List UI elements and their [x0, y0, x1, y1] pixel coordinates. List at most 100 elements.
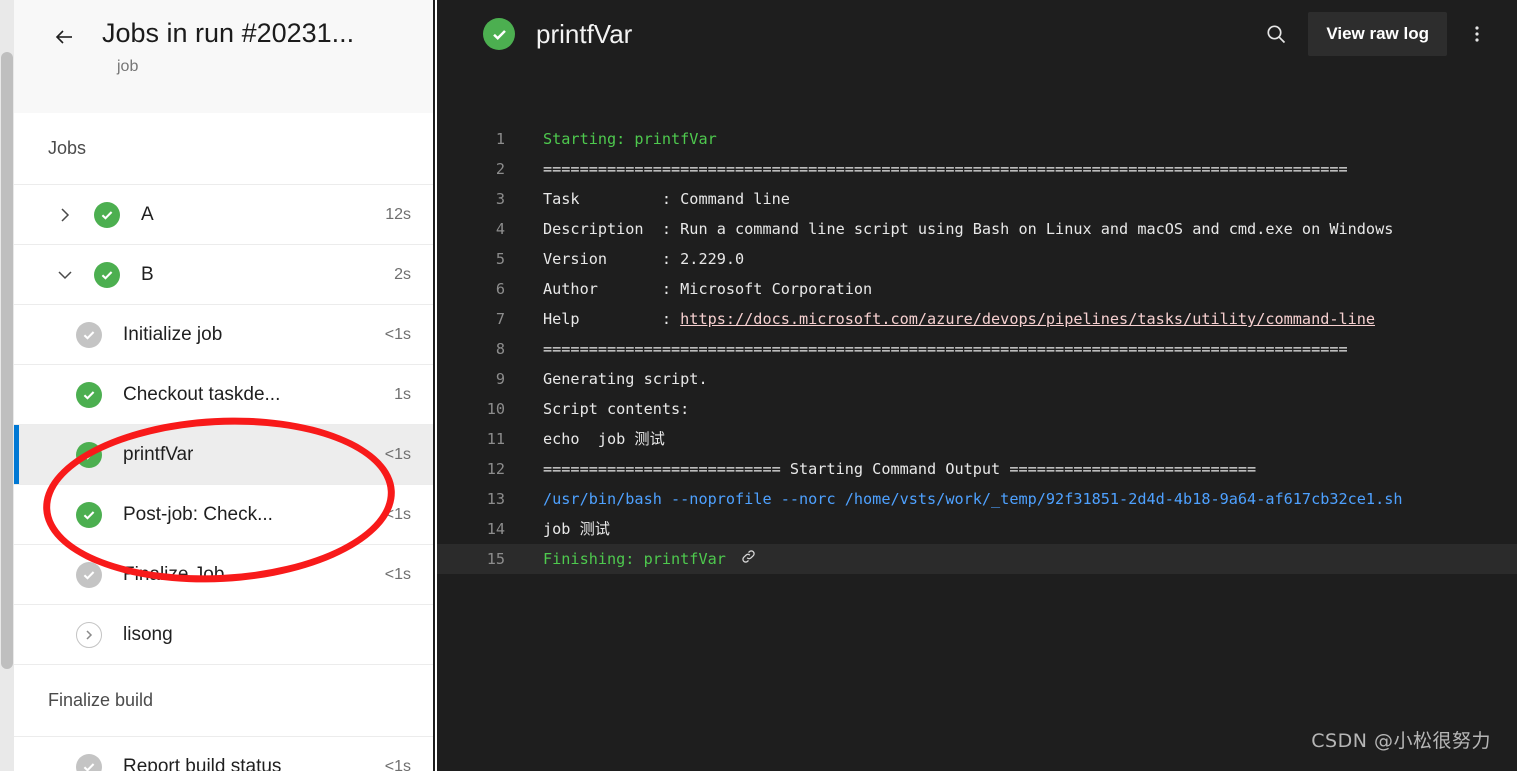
log-line[interactable]: 15 Finishing: printfVar: [437, 544, 1517, 574]
log-line-number: 10: [486, 400, 505, 418]
log-line-number: 2: [495, 160, 505, 178]
log-line[interactable]: 5 Version : 2.229.0: [437, 244, 1517, 274]
log-line[interactable]: 8 ======================================…: [437, 334, 1517, 364]
log-line-number: 3: [495, 190, 505, 208]
log-line[interactable]: 1 Starting: printfVar: [437, 124, 1517, 154]
sidebar-title-row: Jobs in run #20231...: [14, 10, 433, 54]
log-toolbar-actions: View raw log: [1254, 12, 1499, 56]
log-line-text: Task : Command line: [543, 190, 790, 208]
status-skipped-icon: [76, 753, 102, 771]
task-row-post-job-checkout[interactable]: Post-job: Check... <1s: [14, 484, 433, 544]
status-skipped-icon: [76, 561, 102, 588]
log-line[interactable]: 14 job 测试: [437, 514, 1517, 544]
sidebar-header: Jobs in run #20231... job: [14, 0, 433, 113]
status-pending-icon: [76, 621, 102, 648]
task-row-duration: <1s: [384, 565, 411, 583]
task-row-label: Report build status: [123, 755, 282, 771]
log-line[interactable]: 2 ======================================…: [437, 154, 1517, 184]
task-row-label: Finalize Job: [123, 563, 225, 585]
log-line[interactable]: 7 Help : https://docs.microsoft.com/azur…: [437, 304, 1517, 334]
log-line-text: ========================================…: [543, 340, 1348, 358]
task-row-checkout[interactable]: Checkout taskde... 1s: [14, 364, 433, 424]
task-row-label: printfVar: [123, 443, 194, 465]
task-row-initialize-job[interactable]: Initialize job <1s: [14, 304, 433, 364]
page-scrollbar-thumb[interactable]: [1, 52, 13, 669]
log-line-text: /usr/bin/bash --noprofile --norc /home/v…: [543, 490, 1403, 508]
chevron-right-icon[interactable]: [48, 206, 82, 224]
log-line-text: Finishing: printfVar: [543, 544, 757, 575]
page-scrollbar[interactable]: [0, 0, 14, 771]
status-success-icon: [94, 261, 120, 288]
task-row-duration: <1s: [384, 325, 411, 343]
task-row-duration: 1s: [394, 385, 411, 403]
job-row-duration: 12s: [385, 205, 411, 223]
log-line-number: 6: [495, 280, 505, 298]
search-icon[interactable]: [1254, 12, 1298, 56]
log-line-label: Help :: [543, 310, 681, 328]
log-line-number: 1: [495, 130, 505, 148]
link-icon[interactable]: [740, 545, 757, 575]
job-row-label: lisong: [123, 623, 173, 645]
log-lines[interactable]: 1 Starting: printfVar 2 ================…: [437, 68, 1517, 574]
arrow-left-icon[interactable]: [48, 20, 82, 54]
log-line-text: Author : Microsoft Corporation: [543, 280, 873, 298]
log-line[interactable]: 10 Script contents:: [437, 394, 1517, 424]
log-line[interactable]: 13 /usr/bin/bash --noprofile --norc /hom…: [437, 484, 1517, 514]
log-line-number: 9: [495, 370, 505, 388]
log-line[interactable]: 11 echo job 测试: [437, 424, 1517, 454]
log-line-text: Starting: printfVar: [543, 130, 717, 148]
log-line[interactable]: 12 ========================== Starting C…: [437, 454, 1517, 484]
log-line-number: 13: [486, 490, 505, 508]
watermark: CSDN @小松很努力: [1311, 730, 1491, 752]
task-row-label: Initialize job: [123, 323, 223, 345]
section-header-finalize-build: Finalize build: [14, 664, 433, 736]
status-skipped-icon: [76, 321, 102, 348]
log-line-text: ========================================…: [543, 160, 1348, 178]
job-row-b[interactable]: B 2s: [14, 244, 433, 304]
task-row-label: Post-job: Check...: [123, 503, 273, 525]
log-line-text: Version : 2.229.0: [543, 250, 745, 268]
task-row-finalize-job[interactable]: Finalize Job <1s: [14, 544, 433, 604]
view-raw-log-button[interactable]: View raw log: [1308, 12, 1447, 56]
chevron-down-icon[interactable]: [48, 266, 82, 284]
task-row-duration: <1s: [384, 445, 411, 463]
log-line-text: job 测试: [543, 520, 610, 538]
log-line-number: 8: [495, 340, 505, 358]
log-line[interactable]: 4 Description : Run a command line scrip…: [437, 214, 1517, 244]
status-success-icon: [76, 441, 102, 468]
log-line-text: ========================== Starting Comm…: [543, 460, 1257, 478]
task-row-label: Checkout taskde...: [123, 383, 281, 405]
log-line-number: 14: [486, 520, 505, 538]
log-line-text: Description : Run a command line script …: [543, 220, 1394, 238]
job-row-label: A: [141, 203, 154, 225]
log-line-number: 11: [486, 430, 505, 448]
task-row-printfvar[interactable]: printfVar <1s: [14, 424, 433, 484]
log-line[interactable]: 6 Author : Microsoft Corporation: [437, 274, 1517, 304]
section-header-jobs: Jobs: [14, 113, 433, 184]
log-line[interactable]: 3 Task : Command line: [437, 184, 1517, 214]
job-row-a[interactable]: A 12s: [14, 184, 433, 244]
more-vertical-icon[interactable]: [1455, 12, 1499, 56]
log-line-label: Finishing: printfVar: [543, 550, 726, 568]
log-line-number: 12: [486, 460, 505, 478]
log-line[interactable]: 9 Generating script.: [437, 364, 1517, 394]
log-line-text: Script contents:: [543, 400, 690, 418]
log-line-number: 5: [495, 250, 505, 268]
status-success-icon: [76, 501, 102, 528]
page-subtitle: job: [117, 58, 139, 75]
task-row-report-build-status[interactable]: Report build status <1s: [14, 736, 433, 771]
help-url-link[interactable]: https://docs.microsoft.com/azure/devops/…: [680, 310, 1375, 328]
job-row-lisong[interactable]: lisong: [14, 604, 433, 664]
log-line-text: Generating script.: [543, 370, 708, 388]
status-success-icon: [76, 381, 102, 408]
log-title: printfVar: [536, 18, 633, 49]
status-success-icon: [483, 18, 515, 50]
task-row-duration: <1s: [384, 505, 411, 523]
log-line-number: 4: [495, 220, 505, 238]
azure-devops-pipeline-log-view: Jobs in run #20231... job Jobs A 12s B 2…: [0, 0, 1517, 771]
log-line-text: echo job 测试: [543, 430, 665, 448]
job-row-duration: 2s: [394, 265, 411, 283]
log-line-number: 7: [495, 310, 505, 328]
job-row-label: B: [141, 263, 154, 285]
task-row-duration: <1s: [384, 757, 411, 771]
